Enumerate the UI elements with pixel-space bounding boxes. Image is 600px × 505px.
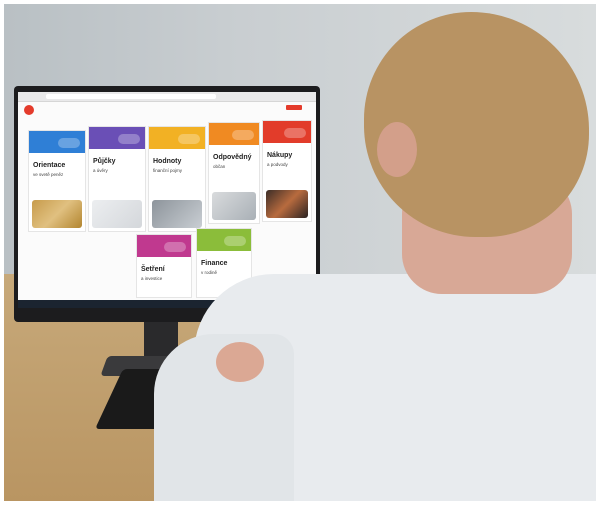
card-color-band: [263, 121, 311, 143]
speech-bubble-icon: [58, 138, 80, 148]
header-red-button[interactable]: [286, 105, 302, 110]
card-color-band: [209, 123, 259, 145]
card-title: Finance: [201, 260, 228, 267]
course-card[interactable]: Odpovědný občan: [208, 122, 260, 224]
card-title: Nákupy: [267, 152, 293, 159]
speech-bubble-icon: [224, 236, 246, 246]
card-title: Orientace: [33, 162, 66, 169]
card-subtitle: finanční pojmy: [153, 168, 183, 173]
speech-bubble-icon: [164, 242, 186, 252]
card-color-band: [137, 235, 191, 257]
card-title: Odpovědný: [213, 154, 252, 161]
browser-bar: [18, 92, 316, 102]
card-image: [212, 192, 256, 220]
coins-image: [32, 200, 82, 228]
card-image: [92, 200, 142, 228]
card-subtitle: a investice: [141, 276, 163, 281]
course-card[interactable]: Půjčky a úvěry: [88, 126, 146, 232]
card-title: Šetření: [141, 266, 165, 273]
course-card[interactable]: Hodnoty finanční pojmy: [148, 126, 206, 232]
speech-bubble-icon: [178, 134, 200, 144]
card-color-band: [29, 131, 85, 153]
card-subtitle: ve svetě peněz: [33, 172, 64, 177]
photo-frame: Orientace ve svetě peněz Půjčky a úvěry …: [4, 4, 596, 501]
card-subtitle: občan: [213, 164, 226, 169]
speech-bubble-icon: [232, 130, 254, 140]
card-subtitle: v rodině: [201, 270, 218, 275]
card-subtitle: a podvody: [267, 162, 288, 167]
person-ear: [377, 122, 417, 177]
card-subtitle: a úvěry: [93, 168, 108, 173]
calculator-image: [152, 200, 202, 228]
photo: Orientace ve svetě peněz Půjčky a úvěry …: [0, 0, 600, 505]
card-title: Půjčky: [93, 158, 116, 165]
card-color-band: [149, 127, 205, 149]
course-card[interactable]: Orientace ve svetě peněz: [28, 130, 86, 232]
card-color-band: [197, 229, 251, 251]
card-title: Hodnoty: [153, 158, 182, 165]
speech-bubble-icon: [284, 128, 306, 138]
site-logo-icon[interactable]: [24, 105, 34, 115]
course-card[interactable]: Šetření a investice: [136, 234, 192, 298]
card-color-band: [89, 127, 145, 149]
card-image: [266, 190, 308, 218]
address-bar[interactable]: [46, 94, 216, 99]
person-hand: [216, 342, 264, 382]
speech-bubble-icon: [118, 134, 140, 144]
course-card[interactable]: Nákupy a podvody: [262, 120, 312, 222]
